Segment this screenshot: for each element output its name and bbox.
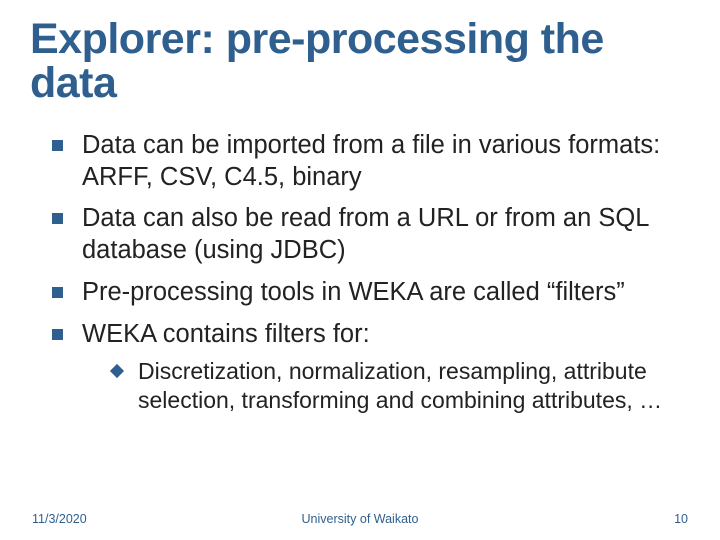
sub-bullet-text: Discretization, normalization, resamplin…	[138, 358, 662, 413]
bullet-item: Data can also be read from a URL or from…	[52, 203, 682, 267]
bullet-list: Data can be imported from a file in vari…	[30, 130, 690, 416]
slide-title: Explorer: pre-processing the data	[30, 18, 690, 106]
footer-page: 10	[674, 512, 688, 526]
sub-bullet-item: Discretization, normalization, resamplin…	[112, 357, 682, 416]
bullet-text: Pre-processing tools in WEKA are called …	[82, 278, 625, 306]
sub-bullet-list: Discretization, normalization, resamplin…	[82, 357, 682, 416]
bullet-text: Data can be imported from a file in vari…	[82, 131, 660, 191]
bullet-item: Data can be imported from a file in vari…	[52, 130, 682, 194]
bullet-text: Data can also be read from a URL or from…	[82, 204, 648, 264]
bullet-item: WEKA contains filters for: Discretizatio…	[52, 319, 682, 416]
bullet-text: WEKA contains filters for:	[82, 320, 370, 348]
footer-org: University of Waikato	[0, 512, 720, 526]
bullet-item: Pre-processing tools in WEKA are called …	[52, 277, 682, 309]
slide: Explorer: pre-processing the data Data c…	[0, 0, 720, 540]
